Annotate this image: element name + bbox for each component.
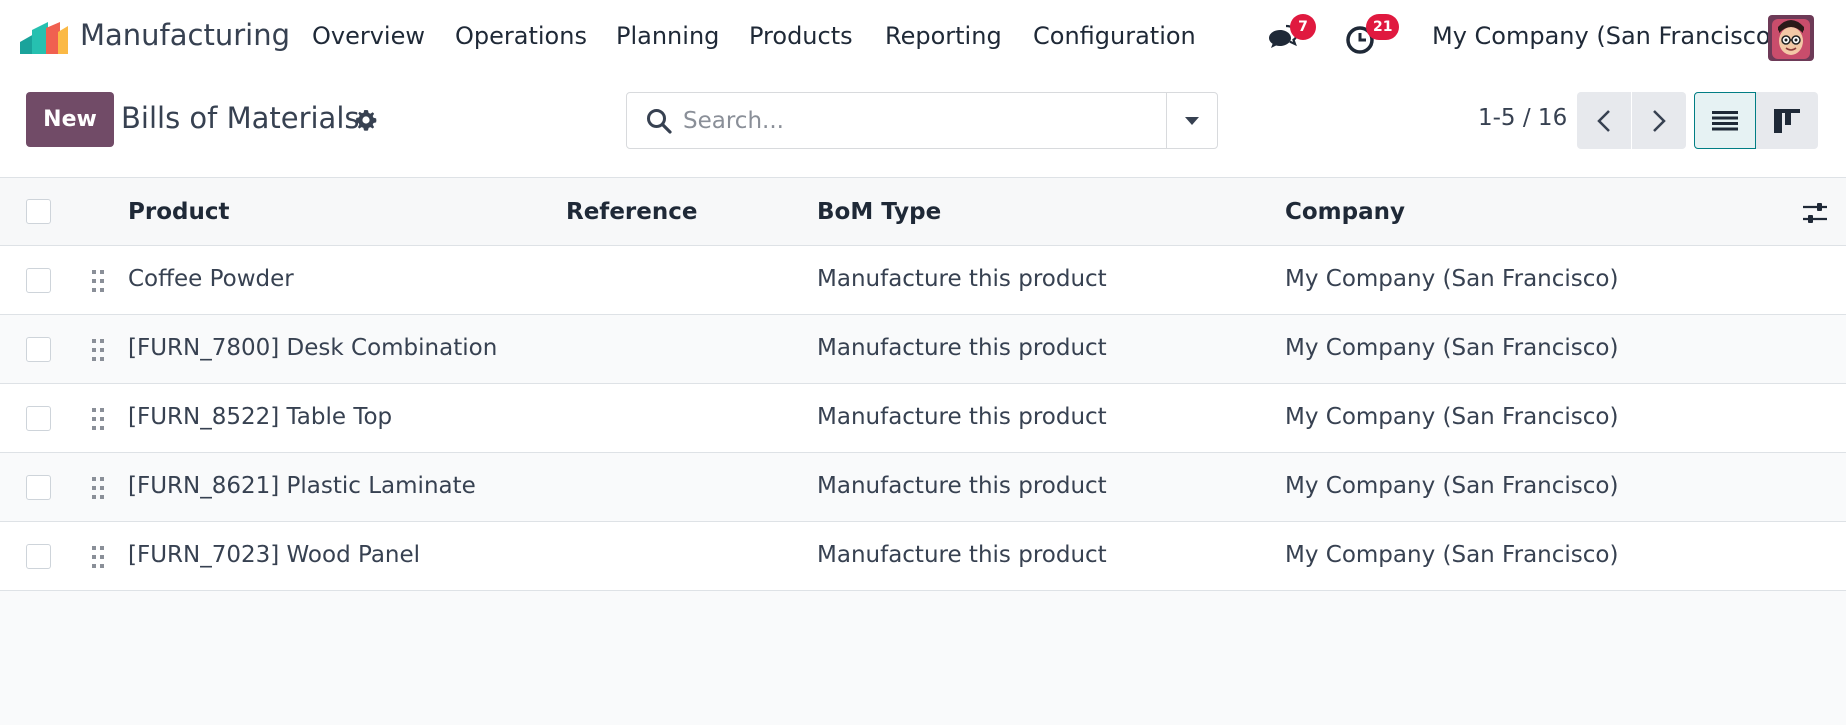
cell-company: My Company (San Francisco) [1285, 266, 1619, 292]
menu-configuration[interactable]: Configuration [1033, 22, 1196, 50]
column-header-product[interactable]: Product [128, 199, 229, 225]
row-select-checkbox[interactable] [26, 544, 51, 569]
kanban-view-button[interactable] [1756, 92, 1818, 149]
cell-company: My Company (San Francisco) [1285, 473, 1619, 499]
kanban-view-icon [1774, 108, 1800, 133]
column-header-reference[interactable]: Reference [566, 199, 697, 225]
drag-handle-icon[interactable] [90, 406, 106, 432]
caret-down-icon [1185, 116, 1199, 125]
chevron-right-icon [1653, 109, 1666, 132]
top-navbar: Manufacturing Overview Operations Planni… [0, 0, 1846, 75]
pager-value[interactable]: 1-5 / 16 [1478, 105, 1567, 131]
messages-count-badge: 7 [1290, 14, 1316, 40]
cell-company: My Company (San Francisco) [1285, 542, 1619, 568]
row-select-checkbox[interactable] [26, 268, 51, 293]
app-name[interactable]: Manufacturing [80, 18, 290, 52]
cell-bom-type: Manufacture this product [817, 404, 1107, 430]
chevron-left-icon [1597, 109, 1610, 132]
cell-company: My Company (San Francisco) [1285, 335, 1619, 361]
column-header-company[interactable]: Company [1285, 199, 1405, 225]
manufacturing-app-logo[interactable] [20, 22, 68, 54]
list-empty-area [0, 592, 1846, 725]
cell-product: [FURN_8621] Plastic Laminate [128, 473, 476, 499]
optional-columns-toggle[interactable] [1800, 198, 1830, 228]
gear-icon[interactable] [354, 108, 378, 132]
pager-previous-button[interactable] [1577, 92, 1631, 149]
select-all-checkbox[interactable] [26, 199, 51, 224]
drag-handle-icon[interactable] [90, 475, 106, 501]
table-row[interactable]: [FURN_7800] Desk Combination Manufacture… [0, 315, 1846, 384]
menu-planning[interactable]: Planning [616, 22, 719, 50]
menu-operations[interactable]: Operations [455, 22, 587, 50]
cell-product: Coffee Powder [128, 266, 294, 292]
cell-bom-type: Manufacture this product [817, 266, 1107, 292]
sliders-icon [1803, 203, 1827, 223]
pager-next-button[interactable] [1632, 92, 1686, 149]
column-header-bom-type[interactable]: BoM Type [817, 199, 941, 225]
menu-reporting[interactable]: Reporting [885, 22, 1002, 50]
row-select-checkbox[interactable] [26, 475, 51, 500]
row-select-checkbox[interactable] [26, 406, 51, 431]
table-header: Product Reference BoM Type Company [0, 178, 1846, 246]
menu-overview[interactable]: Overview [312, 22, 425, 50]
table-row[interactable]: [FURN_8621] Plastic Laminate Manufacture… [0, 453, 1846, 522]
list-view-button[interactable] [1694, 92, 1756, 149]
drag-handle-icon[interactable] [90, 268, 106, 294]
cell-product: [FURN_7023] Wood Panel [128, 542, 421, 568]
search-options-toggle[interactable] [1166, 93, 1217, 148]
search-bar [626, 92, 1218, 149]
cell-product: [FURN_8522] Table Top [128, 404, 393, 430]
row-select-checkbox[interactable] [26, 337, 51, 362]
table-row[interactable]: Coffee Powder Manufacture this product M… [0, 246, 1846, 315]
bom-list-table: Product Reference BoM Type Company Coffe… [0, 177, 1846, 591]
cell-company: My Company (San Francisco) [1285, 404, 1619, 430]
control-panel: New Bills of Materials 1-5 / 16 [0, 75, 1846, 177]
new-button[interactable]: New [26, 92, 114, 147]
cell-bom-type: Manufacture this product [817, 473, 1107, 499]
cell-product: [FURN_7800] Desk Combination [128, 335, 498, 361]
search-icon [645, 107, 673, 135]
drag-handle-icon[interactable] [90, 544, 106, 570]
cell-bom-type: Manufacture this product [817, 335, 1107, 361]
activities-count-badge: 21 [1366, 14, 1400, 40]
drag-handle-icon[interactable] [90, 337, 106, 363]
list-view-icon [1712, 110, 1738, 130]
search-input[interactable] [683, 99, 1083, 143]
menu-products[interactable]: Products [749, 22, 853, 50]
table-row[interactable]: [FURN_7023] Wood Panel Manufacture this … [0, 522, 1846, 591]
company-switcher[interactable]: My Company (San Francisco) [1432, 22, 1780, 50]
user-avatar[interactable] [1768, 15, 1814, 61]
cell-bom-type: Manufacture this product [817, 542, 1107, 568]
page-title[interactable]: Bills of Materials [121, 101, 360, 135]
table-row[interactable]: [FURN_8522] Table Top Manufacture this p… [0, 384, 1846, 453]
